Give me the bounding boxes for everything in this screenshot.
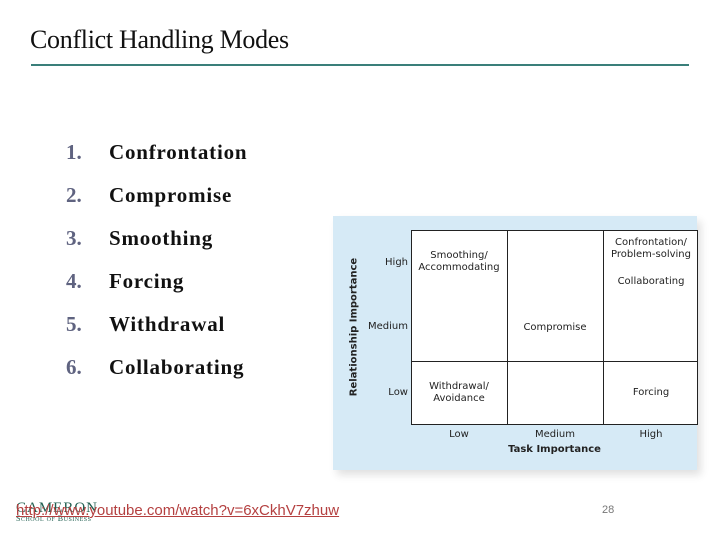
list-item-number: 2.	[66, 183, 82, 207]
page-number: 28	[602, 504, 615, 516]
y-tick-high: High	[385, 257, 408, 268]
slide-title: Conflict Handling Modes	[30, 25, 289, 54]
cell-withdrawal-line2: Avoidance	[433, 393, 485, 404]
list-item-label: Confrontation	[109, 140, 248, 164]
x-tick-low: Low	[449, 429, 469, 440]
cell-compromise: Compromise	[523, 322, 587, 333]
list-item-label: Compromise	[109, 183, 233, 207]
video-link[interactable]: http://www.youtube.com/watch?v=6xCkhV7zh…	[16, 502, 339, 519]
list-item-label: Forcing	[109, 269, 185, 293]
list-item-number: 5.	[66, 312, 82, 336]
list-item-label: Collaborating	[109, 355, 245, 379]
list-item-number: 1.	[66, 140, 82, 164]
cell-confrontation: Confrontation/ Problem-solving	[603, 237, 699, 261]
list-item-number: 6.	[66, 355, 82, 379]
cell-withdrawal: Withdrawal/ Avoidance	[411, 381, 507, 405]
cell-smoothing-line1: Smoothing/	[430, 250, 488, 261]
cell-smoothing-line2: Accommodating	[418, 262, 500, 273]
x-tick-medium: Medium	[535, 429, 575, 440]
cell-forcing: Forcing	[632, 387, 670, 398]
cell-confrontation-line1: Confrontation/	[615, 237, 687, 248]
list-item-label: Smoothing	[109, 226, 214, 250]
list-item-number: 3.	[66, 226, 82, 250]
y-tick-medium: Medium	[368, 321, 408, 332]
y-tick-low: Low	[388, 387, 408, 398]
cell-confrontation-line2: Problem-solving	[611, 249, 691, 260]
cell-collaborating: Collaborating	[617, 276, 685, 287]
grid-divider-horizontal	[411, 361, 698, 362]
title-divider	[31, 64, 689, 66]
x-tick-high: High	[639, 429, 663, 440]
list-item-label: Withdrawal	[109, 312, 226, 336]
cell-withdrawal-line1: Withdrawal/	[429, 381, 489, 392]
cell-smoothing: Smoothing/ Accommodating	[411, 250, 507, 274]
list-item-number: 4.	[66, 269, 82, 293]
x-axis-label: Task Importance	[508, 444, 601, 455]
